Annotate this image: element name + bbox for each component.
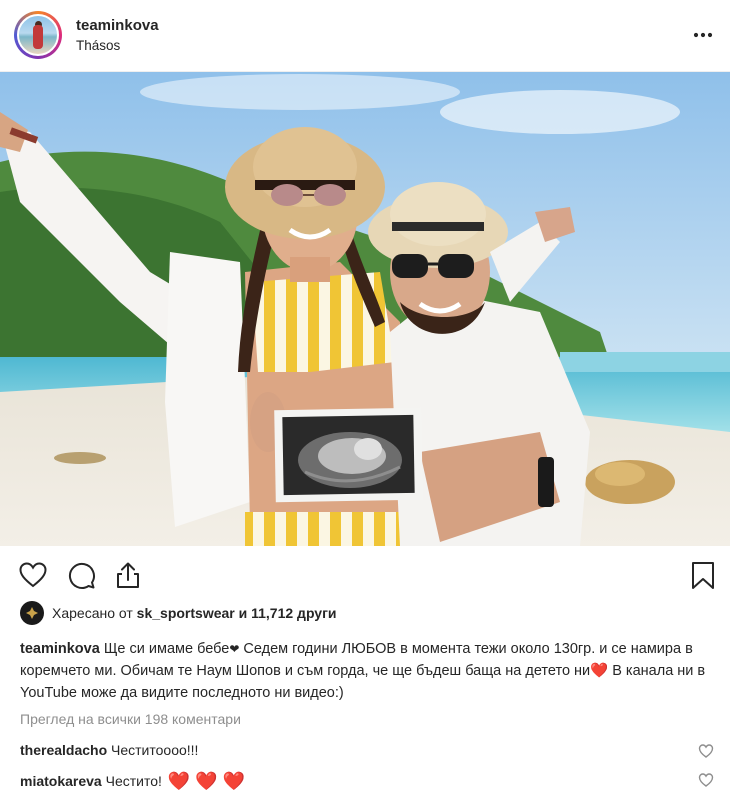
caption-text-1: Ще си имаме бебе: [99, 641, 230, 657]
speech-bubble-icon[interactable]: [66, 560, 96, 590]
comment-hearts: ❤️ ❤️ ❤️: [167, 771, 246, 791]
view-all-comments-link[interactable]: Преглед на всички 198 коментари: [20, 711, 241, 727]
post-photo[interactable]: [0, 72, 730, 546]
liker-username[interactable]: sk_sportswear: [137, 605, 235, 621]
post-caption: teaminkova Ще си имаме бебе❤ Седем годин…: [20, 638, 710, 704]
comment-text: Честито!: [101, 773, 166, 789]
avatar-image: [17, 14, 59, 56]
comment-row: miatokareva Честито! ❤️ ❤️ ❤️: [20, 771, 700, 792]
likes-summary: Харесано от sk_sportswear и 11,712 други: [20, 600, 337, 626]
likes-text: Харесано от sk_sportswear и 11,712 други: [52, 605, 337, 621]
bookmark-icon[interactable]: [688, 560, 718, 590]
more-options-icon[interactable]: [690, 22, 716, 48]
comment-like-icon[interactable]: [698, 772, 714, 788]
likes-prefix: Харесано от: [52, 605, 137, 621]
post-header: teaminkova Thásos: [0, 0, 730, 72]
comment-like-icon[interactable]: [698, 743, 714, 759]
comment-text: Честитоооо!!!: [107, 742, 199, 758]
liker-avatar[interactable]: [20, 601, 44, 625]
comment-author[interactable]: therealdacho: [20, 742, 107, 758]
action-bar: [0, 546, 730, 602]
share-icon[interactable]: [113, 560, 143, 590]
profile-avatar[interactable]: [14, 11, 62, 59]
heart-outline-icon[interactable]: [18, 560, 48, 590]
post-location[interactable]: Thásos: [76, 38, 120, 53]
red-heart-icon: ❤️: [590, 663, 609, 679]
black-heart-icon: ❤: [229, 642, 240, 656]
comment-author[interactable]: miatokareva: [20, 773, 102, 789]
comment-row: therealdacho Честитоооо!!!: [20, 742, 700, 758]
caption-author[interactable]: teaminkova: [20, 641, 100, 657]
likes-count[interactable]: и 11,712 други: [235, 605, 337, 621]
post-username[interactable]: teaminkova: [76, 17, 159, 34]
